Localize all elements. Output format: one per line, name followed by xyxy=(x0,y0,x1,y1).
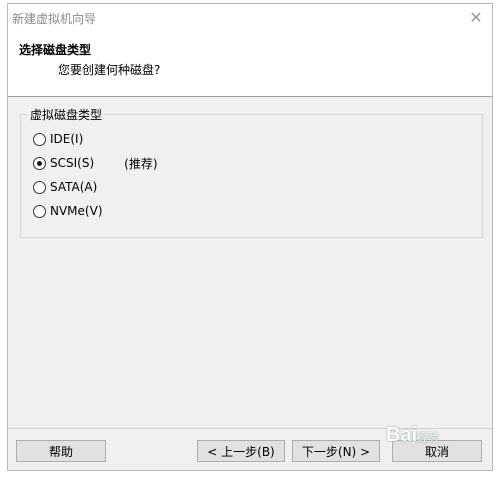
back-button[interactable]: < 上一步(B) xyxy=(197,440,285,462)
radio-nvme-indicator[interactable] xyxy=(33,204,46,218)
radio-ide-label: IDE(I) xyxy=(50,132,84,146)
recommended-note: (推荐) xyxy=(124,156,158,171)
page-title: 选择磁盘类型 xyxy=(19,43,92,57)
radio-nvme-label: NVMe(V) xyxy=(50,204,103,218)
radio-sata-indicator[interactable] xyxy=(33,180,46,194)
help-button[interactable]: 帮助 xyxy=(16,440,106,462)
next-button[interactable]: 下一步(N) > xyxy=(292,440,380,462)
footer-divider xyxy=(8,428,492,429)
window-title: 新建虚拟机向导 xyxy=(12,12,97,26)
wizard-header: 选择磁盘类型 您要创建何种磁盘? xyxy=(8,32,492,97)
radio-sata[interactable]: SATA(A) xyxy=(33,178,97,196)
radio-scsi[interactable]: SCSI(S) (推荐) xyxy=(33,154,158,172)
title-bar: 新建虚拟机向导 ✕ xyxy=(8,4,492,32)
cancel-button[interactable]: 取消 xyxy=(392,440,482,462)
group-label: 虚拟磁盘类型 xyxy=(28,106,105,123)
radio-nvme[interactable]: NVMe(V) xyxy=(33,202,103,220)
radio-ide-indicator[interactable] xyxy=(33,132,46,146)
radio-scsi-label: SCSI(S) xyxy=(50,156,95,170)
page-subtitle: 您要创建何种磁盘? xyxy=(58,63,161,77)
wizard-window: 新建虚拟机向导 ✕ 选择磁盘类型 您要创建何种磁盘? 虚拟磁盘类型 IDE(I)… xyxy=(7,3,493,471)
close-icon[interactable]: ✕ xyxy=(466,8,486,28)
radio-ide[interactable]: IDE(I) xyxy=(33,130,83,148)
radio-sata-label: SATA(A) xyxy=(50,180,98,194)
radio-scsi-indicator[interactable] xyxy=(33,156,46,170)
